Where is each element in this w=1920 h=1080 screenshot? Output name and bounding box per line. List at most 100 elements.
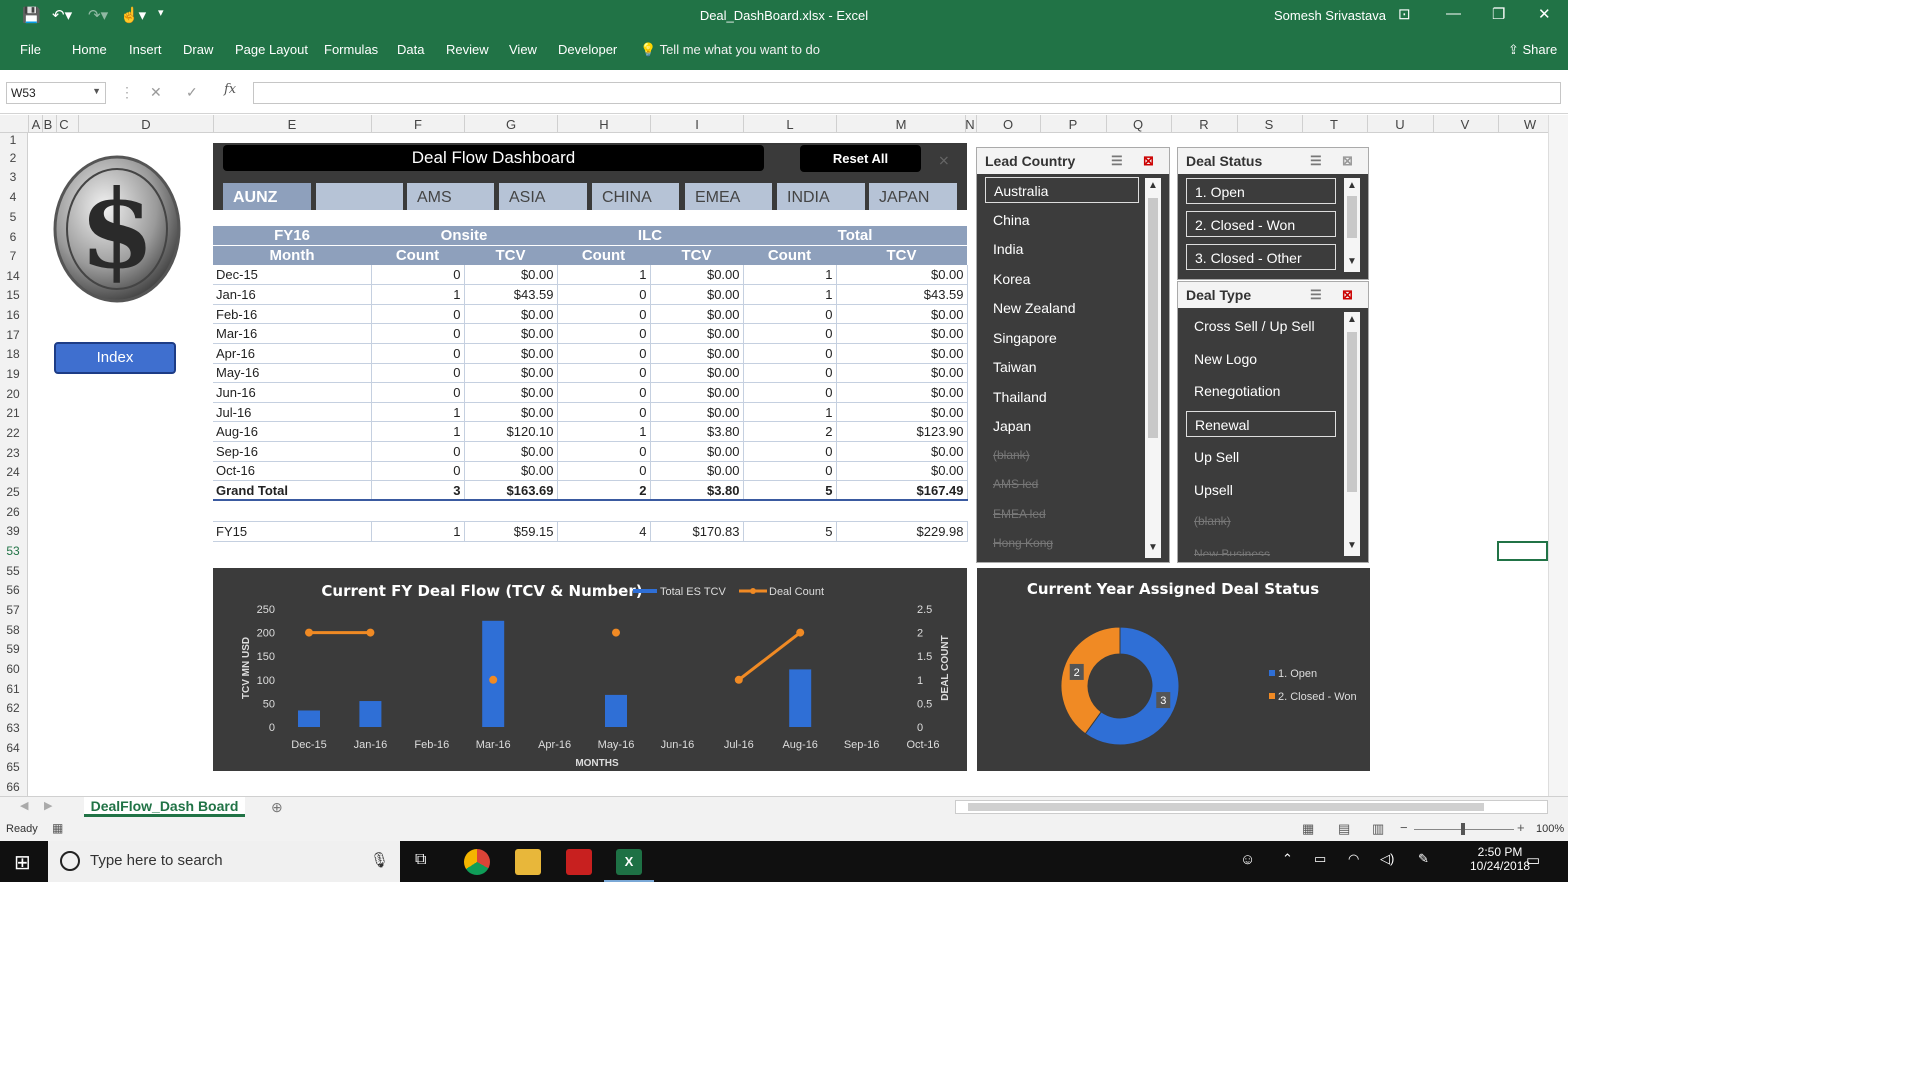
- value-cell[interactable]: 0: [557, 441, 651, 462]
- chevron-down-icon[interactable]: ▼: [92, 86, 101, 96]
- value-cell[interactable]: 0: [743, 363, 837, 384]
- scroll-down-icon[interactable]: ▼: [1347, 256, 1357, 267]
- fy15-cell[interactable]: 5: [743, 521, 837, 542]
- bar[interactable]: [359, 701, 382, 727]
- tab-india[interactable]: INDIA: [777, 183, 865, 210]
- clear-filter-icon[interactable]: ⨯: [938, 152, 950, 169]
- tab-china[interactable]: CHINA: [592, 183, 679, 210]
- row-header[interactable]: 21: [0, 406, 26, 420]
- slicer-item[interactable]: Up Sell: [1186, 444, 1336, 470]
- value-cell[interactable]: $0.00: [836, 441, 968, 462]
- tell-me-box[interactable]: 💡 Tell me what you want to do: [640, 42, 820, 58]
- slicer-item[interactable]: 2. Closed - Won: [1186, 211, 1336, 237]
- value-cell[interactable]: $0.00: [464, 343, 558, 364]
- month-cell[interactable]: Feb-16: [213, 304, 372, 325]
- horizontal-scrollbar[interactable]: [955, 800, 1548, 814]
- slicer-item[interactable]: Cross Sell / Up Sell: [1186, 313, 1336, 339]
- column-header[interactable]: I: [689, 117, 705, 132]
- value-cell[interactable]: $43.59: [836, 284, 968, 305]
- minimize-icon[interactable]: —: [1446, 5, 1461, 22]
- row-header[interactable]: 57: [0, 603, 26, 617]
- row-header[interactable]: 58: [0, 623, 26, 637]
- tab-asia[interactable]: ASIA: [499, 183, 587, 210]
- restore-icon[interactable]: ❐: [1492, 5, 1505, 23]
- zoom-slider-handle[interactable]: [1461, 823, 1465, 835]
- multi-select-icon[interactable]: ☰: [1310, 153, 1322, 169]
- multi-select-icon[interactable]: ☰: [1310, 287, 1322, 303]
- value-cell[interactable]: 0: [557, 343, 651, 364]
- fy15-cell[interactable]: $229.98: [836, 521, 968, 542]
- value-cell[interactable]: $0.00: [650, 265, 744, 286]
- slicer-item-empty[interactable]: AMS led: [985, 472, 1139, 498]
- column-header[interactable]: S: [1261, 117, 1277, 132]
- value-cell[interactable]: $0.00: [836, 343, 968, 364]
- value-cell[interactable]: $0.00: [650, 363, 744, 384]
- vertical-scrollbar[interactable]: [1548, 115, 1568, 796]
- enter-icon[interactable]: ✓: [186, 84, 198, 101]
- row-header[interactable]: 56: [0, 583, 26, 597]
- microphone-icon[interactable]: 🎙: [370, 851, 389, 869]
- fy15-cell[interactable]: 4: [557, 521, 651, 542]
- slicer-item-empty[interactable]: (blank): [985, 443, 1139, 469]
- value-cell[interactable]: 0: [743, 343, 837, 364]
- value-cell[interactable]: $0.00: [650, 441, 744, 462]
- row-header[interactable]: 39: [0, 524, 26, 538]
- column-header[interactable]: G: [503, 117, 519, 132]
- value-cell[interactable]: 0: [557, 363, 651, 384]
- slicer-scrollbar[interactable]: ▲ ▼: [1145, 178, 1161, 558]
- value-cell[interactable]: $0.00: [464, 265, 558, 286]
- tab-aunz[interactable]: AUNZ: [223, 183, 311, 210]
- value-cell[interactable]: $0.00: [836, 402, 968, 423]
- value-cell[interactable]: 0: [371, 304, 465, 325]
- month-cell[interactable]: Apr-16: [213, 343, 372, 364]
- value-cell[interactable]: $0.00: [650, 343, 744, 364]
- value-cell[interactable]: $0.00: [836, 304, 968, 325]
- slicer-item[interactable]: Thailand: [985, 384, 1139, 410]
- column-header[interactable]: V: [1457, 117, 1473, 132]
- row-header[interactable]: 64: [0, 741, 26, 755]
- tab-ams[interactable]: AMS: [407, 183, 494, 210]
- month-cell[interactable]: Aug-16: [213, 421, 372, 443]
- value-cell[interactable]: 0: [371, 343, 465, 364]
- row-header[interactable]: 24: [0, 465, 26, 479]
- value-cell[interactable]: 0: [557, 304, 651, 325]
- grand-total-cell[interactable]: 2: [557, 480, 651, 502]
- value-cell[interactable]: 1: [371, 421, 465, 443]
- tab-view[interactable]: View: [509, 42, 537, 57]
- clock[interactable]: 2:50 PM 10/24/2018: [1470, 845, 1530, 873]
- value-cell[interactable]: 1: [743, 284, 837, 305]
- slicer-item-empty[interactable]: EMEA led: [985, 502, 1139, 528]
- value-cell[interactable]: $0.00: [650, 402, 744, 423]
- column-header[interactable]: L: [782, 117, 798, 132]
- tab-home[interactable]: Home: [72, 42, 107, 57]
- chrome-icon[interactable]: [464, 849, 490, 875]
- value-cell[interactable]: $0.00: [464, 441, 558, 462]
- slicer-item[interactable]: Taiwan: [985, 354, 1139, 380]
- column-header[interactable]: Q: [1130, 117, 1146, 132]
- tab-insert[interactable]: Insert: [129, 42, 162, 57]
- wifi-icon[interactable]: ◠: [1348, 851, 1359, 867]
- normal-view-icon[interactable]: ▦: [1302, 821, 1314, 837]
- column-header[interactable]: P: [1065, 117, 1081, 132]
- row-header[interactable]: 60: [0, 662, 26, 676]
- excel-icon[interactable]: X: [616, 849, 642, 875]
- row-header[interactable]: 62: [0, 701, 26, 715]
- column-header[interactable]: D: [138, 117, 154, 132]
- value-cell[interactable]: 0: [371, 382, 465, 403]
- value-cell[interactable]: 0: [371, 461, 465, 482]
- value-cell[interactable]: $0.00: [464, 461, 558, 482]
- zoom-level[interactable]: 100%: [1536, 823, 1564, 835]
- value-cell[interactable]: $0.00: [836, 363, 968, 384]
- tab-data[interactable]: Data: [397, 42, 424, 57]
- deal-status-donut-chart[interactable]: Current Year Assigned Deal Status 3 2 1. …: [977, 568, 1370, 771]
- clear-filter-icon[interactable]: ⊠: [1143, 153, 1154, 169]
- line-point[interactable]: [734, 675, 743, 684]
- scroll-down-icon[interactable]: ▼: [1148, 542, 1158, 553]
- macro-record-icon[interactable]: ▦: [52, 821, 63, 835]
- add-sheet-icon[interactable]: ⊕: [271, 799, 283, 816]
- month-cell[interactable]: Jun-16: [213, 382, 372, 403]
- value-cell[interactable]: $0.00: [650, 461, 744, 482]
- value-cell[interactable]: 0: [557, 284, 651, 305]
- month-cell[interactable]: May-16: [213, 363, 372, 384]
- value-cell[interactable]: $0.00: [464, 382, 558, 403]
